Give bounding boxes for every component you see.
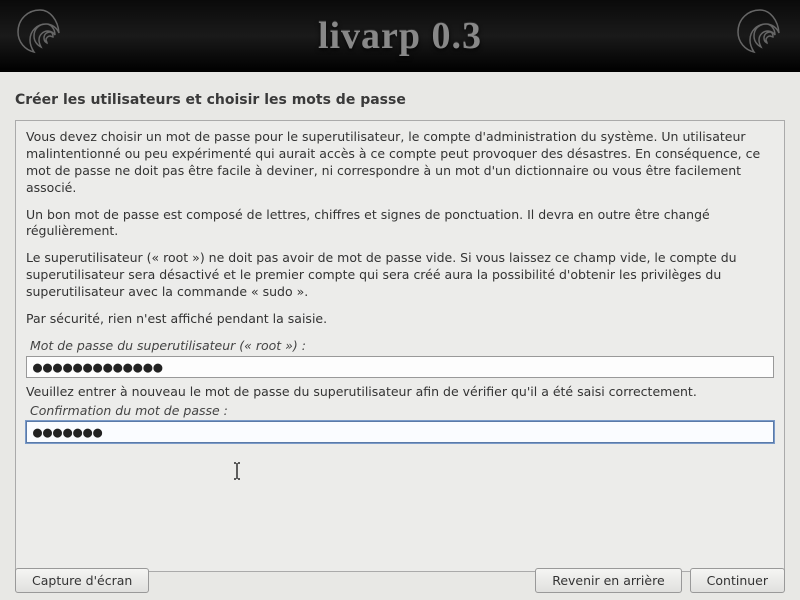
confirm-instruction: Veuillez entrer à nouveau le mot de pass… [26, 384, 774, 399]
instruction-paragraph: Vous devez choisir un mot de passe pour … [26, 129, 774, 197]
instruction-paragraph: Un bon mot de passe est composé de lettr… [26, 207, 774, 241]
main-panel: Vous devez choisir un mot de passe pour … [15, 120, 785, 572]
installer-header: livarp 0.3 [0, 0, 800, 72]
page-title: Créer les utilisateurs et choisir les mo… [15, 92, 785, 108]
root-password-label: Mot de passe du superutilisateur (« root… [30, 338, 774, 353]
confirm-password-label: Confirmation du mot de passe : [30, 403, 774, 418]
continue-button[interactable]: Continuer [690, 568, 785, 593]
debian-swirl-icon [728, 2, 792, 66]
footer-bar: Capture d'écran Revenir en arrière Conti… [0, 560, 800, 600]
instruction-paragraph: Le superutilisateur (« root ») ne doit p… [26, 250, 774, 301]
screenshot-button[interactable]: Capture d'écran [15, 568, 149, 593]
back-button[interactable]: Revenir en arrière [535, 568, 681, 593]
header-title: livarp 0.3 [318, 14, 482, 58]
root-password-input[interactable] [26, 356, 774, 378]
content-area: Créer les utilisateurs et choisir les mo… [0, 72, 800, 572]
confirm-password-input[interactable] [26, 421, 774, 443]
debian-swirl-icon [8, 2, 72, 66]
instruction-paragraph: Par sécurité, rien n'est affiché pendant… [26, 311, 774, 328]
